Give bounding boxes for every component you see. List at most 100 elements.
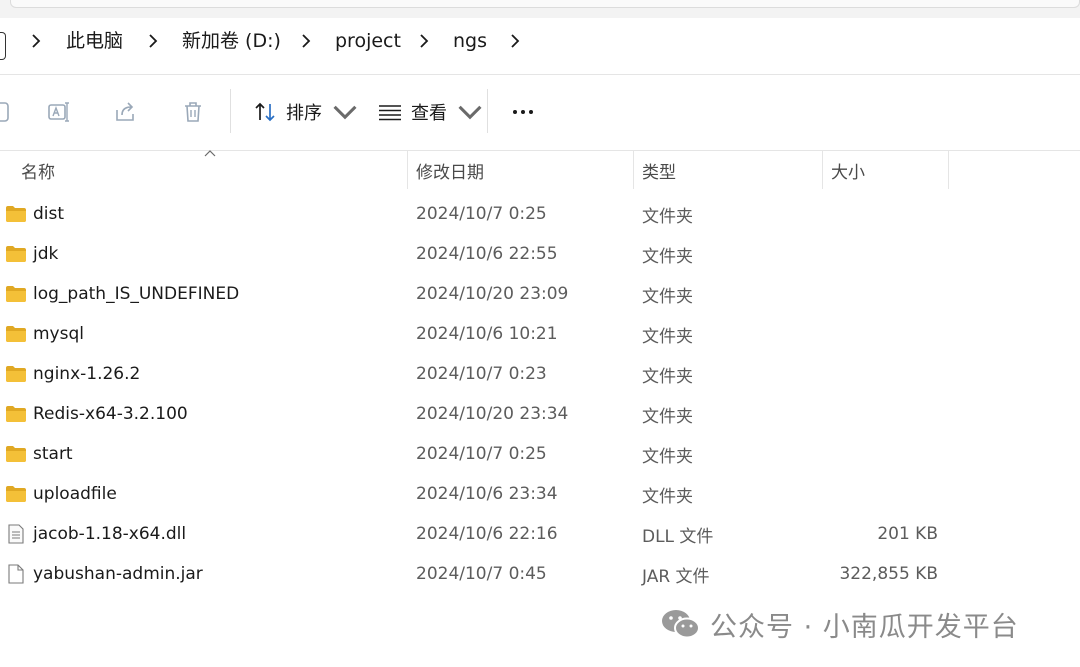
file-type: 文件夹 xyxy=(642,286,693,307)
file-size: 201 KB xyxy=(877,524,938,544)
sort-label: 排序 xyxy=(286,103,322,124)
file-date: 2024/10/20 23:09 xyxy=(416,284,569,304)
folder-icon xyxy=(6,286,26,302)
file-row[interactable]: uploadfile 2024/10/6 23:34 文件夹 xyxy=(0,474,1080,514)
column-header-type[interactable]: 类型 xyxy=(642,151,676,189)
file-type: 文件夹 xyxy=(642,206,693,227)
file-name: dist xyxy=(33,204,65,224)
file-name: Redis-x64-3.2.100 xyxy=(33,404,188,424)
file-date: 2024/10/7 0:25 xyxy=(416,444,547,464)
folder-icon xyxy=(6,326,26,342)
folder-icon xyxy=(6,446,26,462)
folder-icon xyxy=(6,486,26,502)
breadcrumb-item-this-pc[interactable]: 此电脑 xyxy=(66,27,123,55)
file-size xyxy=(826,274,938,314)
file-name: start xyxy=(33,444,73,464)
file-size xyxy=(826,474,938,514)
more-icon[interactable] xyxy=(508,97,538,127)
more-dot xyxy=(521,110,525,114)
file-date: 2024/10/6 23:34 xyxy=(416,484,558,504)
breadcrumb-chevron-icon[interactable] xyxy=(505,28,525,54)
column-divider[interactable] xyxy=(822,151,823,189)
view-label: 查看 xyxy=(411,103,447,124)
file-date: 2024/10/7 0:45 xyxy=(416,564,547,584)
file-type: 文件夹 xyxy=(642,486,693,507)
file-row[interactable]: jacob-1.18-x64.dll 2024/10/6 22:16 DLL 文件 2… xyxy=(0,514,1080,554)
view-button[interactable]: 查看 xyxy=(377,97,483,127)
folder-icon xyxy=(6,206,26,222)
file-type: 文件夹 xyxy=(642,246,693,267)
file-type: DLL 文件 xyxy=(642,526,714,547)
window-top-strip xyxy=(0,0,1080,18)
chevron-down-icon xyxy=(458,105,482,120)
file-type: 文件夹 xyxy=(642,406,693,427)
sort-icon xyxy=(255,102,275,122)
breadcrumb-chevron-icon[interactable] xyxy=(143,28,163,54)
file-name: yabushan-admin.jar xyxy=(33,564,203,584)
file-row[interactable]: Redis-x64-3.2.100 2024/10/20 23:34 文件夹 xyxy=(0,394,1080,434)
file-date: 2024/10/6 22:16 xyxy=(416,524,558,544)
more-dot xyxy=(529,110,533,114)
file-size xyxy=(826,394,938,434)
file-name: jacob-1.18-x64.dll xyxy=(33,524,187,544)
file-date: 2024/10/7 0:25 xyxy=(416,204,547,224)
file-date: 2024/10/6 10:21 xyxy=(416,324,558,344)
column-header-date[interactable]: 修改日期 xyxy=(416,151,484,189)
rename-icon[interactable] xyxy=(44,97,74,127)
folder-icon xyxy=(6,366,26,382)
watermark-text: 公众号 · 小南瓜开发平台 xyxy=(710,611,1019,643)
address-bar[interactable]: 此电脑 新加卷 (D:) project ngs xyxy=(0,18,1080,74)
file-row[interactable]: dist 2024/10/7 0:25 文件夹 xyxy=(0,194,1080,234)
folder-icon xyxy=(6,406,26,422)
file-row[interactable]: jdk 2024/10/6 22:55 文件夹 xyxy=(0,234,1080,274)
file-name: nginx-1.26.2 xyxy=(33,364,141,384)
breadcrumb-chevron-icon[interactable] xyxy=(296,28,316,54)
file-size xyxy=(826,434,938,474)
column-header-row: 名称 修改日期 类型 大小 xyxy=(0,150,1080,189)
dll-file-icon xyxy=(8,524,24,544)
sort-button[interactable]: 排序 xyxy=(252,97,358,127)
file-type: JAR 文件 xyxy=(642,566,710,587)
file-type: 文件夹 xyxy=(642,366,693,387)
file-type: 文件夹 xyxy=(642,326,693,347)
file-row[interactable]: nginx-1.26.2 2024/10/7 0:23 文件夹 xyxy=(0,354,1080,394)
column-divider[interactable] xyxy=(633,151,634,189)
file-size xyxy=(826,194,938,234)
breadcrumb-chevron-icon[interactable] xyxy=(414,28,434,54)
share-icon[interactable] xyxy=(111,97,141,127)
file-row[interactable]: log_path_IS_UNDEFINED 2024/10/20 23:09 文件夹 xyxy=(0,274,1080,314)
breadcrumb-item-ngs[interactable]: ngs xyxy=(453,27,487,55)
breadcrumb-item-project[interactable]: project xyxy=(335,27,401,55)
chevron-down-icon xyxy=(333,105,357,120)
new-icon[interactable] xyxy=(0,97,16,127)
column-header-name[interactable]: 名称 xyxy=(21,151,55,189)
delete-icon[interactable] xyxy=(178,97,208,127)
wechat-icon xyxy=(662,610,700,639)
folder-icon xyxy=(6,246,26,262)
more-dot xyxy=(513,110,517,114)
file-row[interactable]: start 2024/10/7 0:25 文件夹 xyxy=(0,434,1080,474)
file-size xyxy=(826,234,938,274)
command-toolbar: 排序 查看 xyxy=(0,75,1080,151)
file-row[interactable]: mysql 2024/10/6 10:21 文件夹 xyxy=(0,314,1080,354)
column-divider[interactable] xyxy=(407,151,408,189)
file-size xyxy=(826,314,938,354)
file-date: 2024/10/7 0:23 xyxy=(416,364,547,384)
toolbar-separator xyxy=(230,89,231,133)
file-size xyxy=(826,354,938,394)
file-date: 2024/10/6 22:55 xyxy=(416,244,558,264)
column-header-size[interactable]: 大小 xyxy=(831,151,865,189)
window-top-edge xyxy=(10,0,1080,8)
breadcrumb-item-drive-d[interactable]: 新加卷 (D:) xyxy=(182,27,281,55)
file-name: jdk xyxy=(33,244,59,264)
sort-ascending-icon xyxy=(204,150,216,157)
file-row[interactable]: yabushan-admin.jar 2024/10/7 0:45 JAR 文件 32… xyxy=(0,554,1080,594)
toolbar-separator xyxy=(487,89,488,133)
breadcrumb-chevron-icon[interactable] xyxy=(26,28,46,54)
column-divider[interactable] xyxy=(948,151,949,189)
file-name: uploadfile xyxy=(33,484,117,504)
file-list: dist 2024/10/7 0:25 文件夹 jdk 2024/10/6 22:55 文… xyxy=(0,194,1080,594)
file-size: 322,855 KB xyxy=(839,564,938,584)
file-type: 文件夹 xyxy=(642,446,693,467)
file-date: 2024/10/20 23:34 xyxy=(416,404,569,424)
